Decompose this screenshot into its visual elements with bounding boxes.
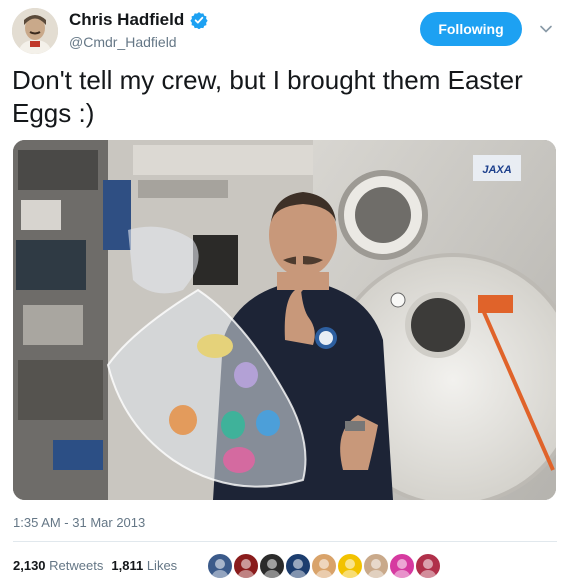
liker-avatar-6[interactable] — [336, 552, 364, 580]
liker-avatar-5[interactable] — [310, 552, 338, 580]
divider — [13, 541, 557, 542]
liker-avatars — [206, 552, 442, 580]
retweets-count: 2,130 — [13, 558, 46, 573]
jaxa-sign: JAXA — [482, 164, 511, 176]
verified-badge-icon — [190, 12, 208, 29]
tweet-timestamp[interactable]: 1:35 AM - 31 Mar 2013 — [13, 515, 145, 530]
likes-label: Likes — [146, 558, 178, 573]
author-handle[interactable]: @Cmdr_Hadfield — [69, 34, 177, 50]
chevron-down-icon[interactable] — [539, 22, 553, 36]
author-name-text[interactable]: Chris Hadfield — [69, 10, 184, 30]
engagement-stats: 2,130 Retweets 1,811 Likes — [13, 558, 177, 573]
likes-stat[interactable]: 1,811 Likes — [111, 558, 177, 573]
tweet-text: Don't tell my crew, but I brought them E… — [12, 65, 523, 128]
liker-avatar-8[interactable] — [388, 552, 416, 580]
liker-avatar-1[interactable] — [206, 552, 234, 580]
liker-avatar-7[interactable] — [362, 552, 390, 580]
likes-count: 1,811 — [111, 558, 144, 573]
photo-illustration: JAXA — [13, 140, 556, 500]
following-button[interactable]: Following — [420, 12, 522, 46]
liker-avatar-2[interactable] — [232, 552, 260, 580]
author-name[interactable]: Chris Hadfield — [69, 10, 208, 30]
tweet-photo[interactable]: JAXA — [13, 140, 556, 500]
author-avatar[interactable] — [12, 8, 58, 54]
retweets-stat[interactable]: 2,130 Retweets — [13, 558, 103, 573]
liker-avatar-3[interactable] — [258, 552, 286, 580]
liker-avatar-9[interactable] — [414, 552, 442, 580]
retweets-label: Retweets — [49, 558, 104, 573]
liker-avatar-4[interactable] — [284, 552, 312, 580]
